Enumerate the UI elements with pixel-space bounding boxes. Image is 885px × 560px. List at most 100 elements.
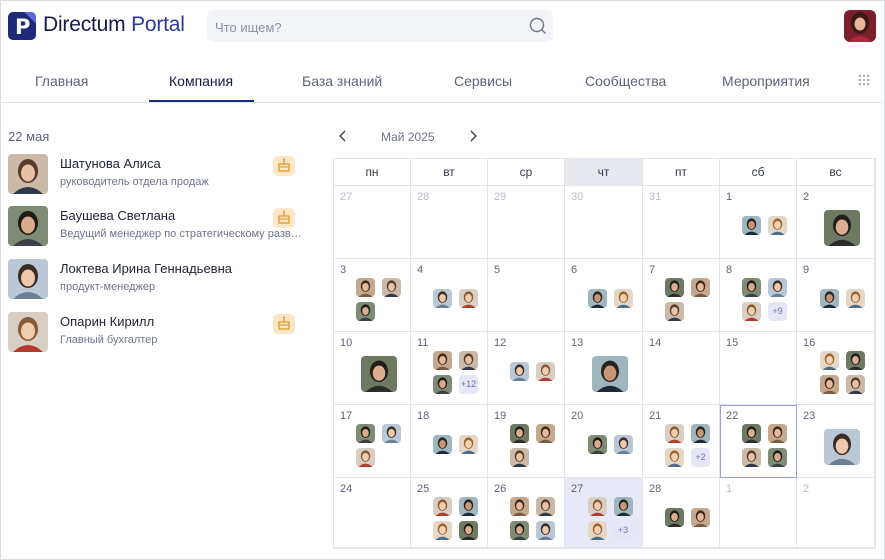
search-input[interactable] bbox=[207, 10, 517, 44]
tab-events[interactable]: Мероприятия bbox=[722, 73, 810, 89]
birthday-avatar[interactable] bbox=[433, 351, 452, 370]
more-badge[interactable]: +3 bbox=[613, 521, 633, 540]
calendar-day[interactable]: 27 +3 bbox=[565, 478, 643, 548]
birthday-person[interactable]: Баушева Светлана Ведущий менеджер по стр… bbox=[8, 206, 308, 246]
birthday-person[interactable]: Опарин Кирилл Главный бухгалтер bbox=[8, 312, 308, 352]
brand-logo[interactable]: Directum Portal bbox=[43, 13, 185, 37]
birthday-avatar[interactable] bbox=[433, 289, 452, 308]
birthday-avatar[interactable] bbox=[587, 521, 607, 540]
calendar-day[interactable]: 7 bbox=[643, 259, 720, 332]
birthday-avatar[interactable] bbox=[742, 216, 761, 235]
calendar-day[interactable]: 31 bbox=[643, 186, 720, 259]
birthday-avatar[interactable] bbox=[433, 521, 452, 540]
calendar-day[interactable]: 30 bbox=[565, 186, 643, 259]
birthday-avatar[interactable] bbox=[510, 362, 529, 381]
birthday-avatar[interactable] bbox=[768, 424, 787, 443]
calendar-day[interactable]: 22 bbox=[720, 405, 797, 478]
birthday-avatar[interactable] bbox=[587, 435, 607, 454]
more-badge[interactable]: +2 bbox=[691, 448, 710, 467]
birthday-avatar[interactable] bbox=[459, 435, 478, 454]
calendar-day[interactable]: 10 bbox=[334, 332, 411, 405]
birthday-avatar[interactable] bbox=[819, 375, 839, 394]
calendar-day[interactable]: 4 bbox=[411, 259, 488, 332]
calendar-day[interactable]: 20 bbox=[565, 405, 643, 478]
calendar-day[interactable]: 6 bbox=[565, 259, 643, 332]
birthday-avatar[interactable] bbox=[536, 521, 555, 540]
calendar-day[interactable]: 24 bbox=[334, 478, 411, 548]
birthday-avatar[interactable] bbox=[819, 289, 839, 308]
birthday-avatar[interactable] bbox=[592, 356, 628, 392]
calendar-day[interactable]: 28 bbox=[643, 478, 720, 548]
birthday-avatar[interactable] bbox=[845, 351, 865, 370]
birthday-avatar[interactable] bbox=[536, 362, 555, 381]
birthday-avatar[interactable] bbox=[459, 351, 478, 370]
calendar-day[interactable]: 12 bbox=[488, 332, 565, 405]
calendar-day[interactable]: 8 +9 bbox=[720, 259, 797, 332]
birthday-person[interactable]: Локтева Ирина Геннадьевна продукт-менедж… bbox=[8, 259, 308, 299]
birthday-avatar[interactable] bbox=[459, 289, 478, 308]
birthday-avatar[interactable] bbox=[768, 278, 787, 297]
birthday-avatar[interactable] bbox=[691, 508, 710, 527]
birthday-avatar[interactable] bbox=[665, 302, 684, 321]
calendar-day[interactable]: 3 bbox=[334, 259, 411, 332]
calendar-day[interactable]: 18 bbox=[411, 405, 488, 478]
user-avatar[interactable] bbox=[844, 10, 876, 42]
calendar-day[interactable]: 21 +2 bbox=[643, 405, 720, 478]
birthday-avatar[interactable] bbox=[742, 424, 761, 443]
birthday-avatar[interactable] bbox=[360, 356, 397, 392]
birthday-avatar[interactable] bbox=[510, 497, 529, 516]
calendar-day[interactable]: 27 bbox=[334, 186, 411, 259]
more-badge[interactable]: +12 bbox=[459, 375, 478, 394]
calendar-day[interactable]: 2 bbox=[797, 186, 875, 259]
search-icon[interactable] bbox=[529, 17, 547, 35]
calendar-day[interactable]: 9 bbox=[797, 259, 875, 332]
birthday-avatar[interactable] bbox=[510, 521, 529, 540]
apps-grid-icon[interactable] bbox=[858, 74, 870, 86]
calendar-day[interactable]: 15 bbox=[720, 332, 797, 405]
birthday-avatar[interactable] bbox=[382, 424, 401, 443]
birthday-avatar[interactable] bbox=[665, 278, 684, 297]
birthday-avatar[interactable] bbox=[510, 448, 529, 467]
calendar-day[interactable]: 16 bbox=[797, 332, 875, 405]
tab-services[interactable]: Сервисы bbox=[454, 73, 512, 89]
birthday-avatar[interactable] bbox=[459, 521, 478, 540]
birthday-avatar[interactable] bbox=[587, 289, 607, 308]
calendar-day[interactable]: 23 bbox=[797, 405, 875, 478]
birthday-avatar[interactable] bbox=[742, 278, 761, 297]
calendar-day[interactable]: 1 bbox=[720, 186, 797, 259]
more-badge[interactable]: +9 bbox=[768, 302, 787, 321]
birthday-avatar[interactable] bbox=[433, 435, 452, 454]
chevron-right-icon[interactable] bbox=[468, 129, 478, 143]
tab-communities[interactable]: Сообщества bbox=[585, 73, 666, 89]
calendar-day[interactable]: 29 bbox=[488, 186, 565, 259]
birthday-avatar[interactable] bbox=[356, 424, 375, 443]
birthday-avatar[interactable] bbox=[536, 424, 555, 443]
calendar-day[interactable]: 25 bbox=[411, 478, 488, 548]
birthday-avatar[interactable] bbox=[382, 278, 401, 297]
birthday-avatar[interactable] bbox=[691, 278, 710, 297]
birthday-avatar[interactable] bbox=[768, 448, 787, 467]
birthday-avatar[interactable] bbox=[459, 497, 478, 516]
chevron-left-icon[interactable] bbox=[338, 129, 348, 143]
calendar-day[interactable]: 28 bbox=[411, 186, 488, 259]
tab-company[interactable]: Компания bbox=[169, 73, 233, 89]
birthday-avatar[interactable] bbox=[356, 278, 375, 297]
calendar-day[interactable]: 26 bbox=[488, 478, 565, 548]
birthday-avatar[interactable] bbox=[768, 216, 787, 235]
calendar-day[interactable]: 14 bbox=[643, 332, 720, 405]
birthday-avatar[interactable] bbox=[536, 497, 555, 516]
birthday-avatar[interactable] bbox=[613, 289, 633, 308]
birthday-person[interactable]: Шатунова Алиса руководитель отдела прода… bbox=[8, 154, 308, 194]
birthday-avatar[interactable] bbox=[433, 375, 452, 394]
birthday-avatar[interactable] bbox=[665, 448, 684, 467]
logo-icon[interactable]: P bbox=[8, 12, 36, 40]
birthday-avatar[interactable] bbox=[824, 429, 860, 465]
birthday-avatar[interactable] bbox=[613, 435, 633, 454]
calendar-day[interactable]: 11 +12 bbox=[411, 332, 488, 405]
tab-home[interactable]: Главная bbox=[35, 73, 88, 89]
calendar-day[interactable]: 5 bbox=[488, 259, 565, 332]
tab-knowledge-base[interactable]: База знаний bbox=[302, 73, 382, 89]
birthday-avatar[interactable] bbox=[433, 497, 452, 516]
birthday-avatar[interactable] bbox=[665, 424, 684, 443]
search-box[interactable] bbox=[207, 10, 553, 44]
